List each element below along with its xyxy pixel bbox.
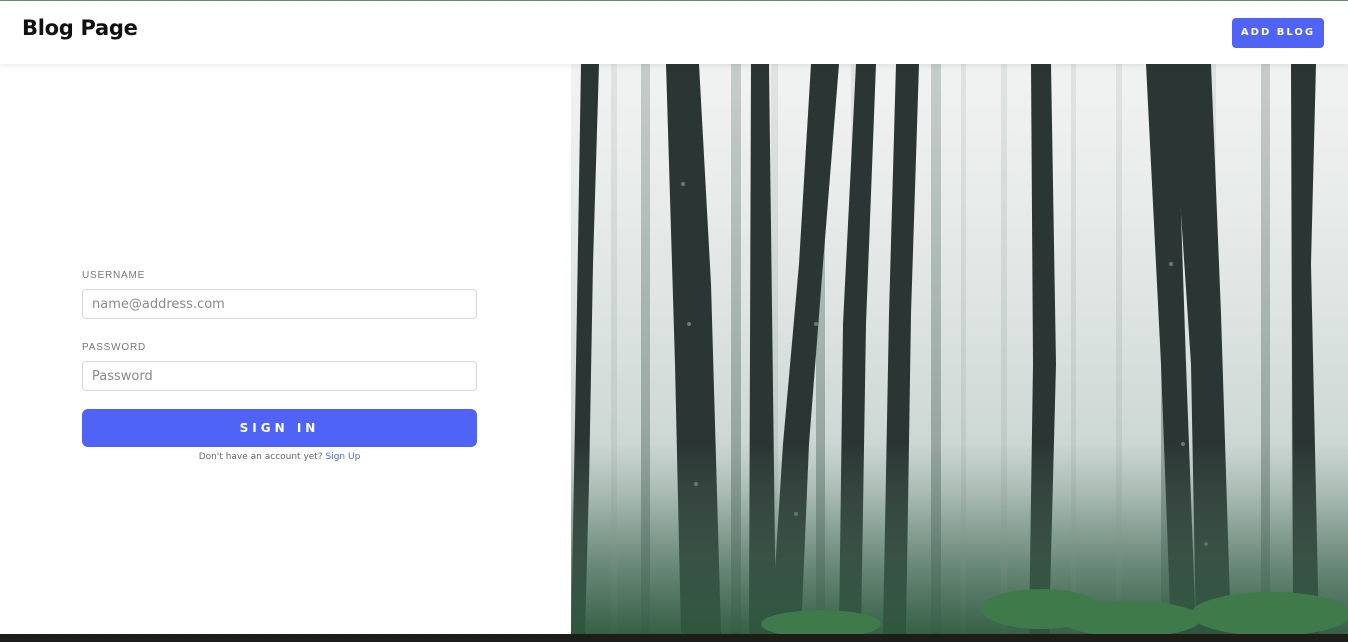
login-panel: USERNAME PASSWORD SIGN IN Don't have an … bbox=[0, 64, 571, 634]
top-navbar: Blog Page ADD BLOG bbox=[0, 1, 1348, 64]
sign-up-link[interactable]: Sign Up bbox=[326, 452, 361, 462]
hero-image bbox=[571, 64, 1348, 634]
username-label: USERNAME bbox=[82, 270, 146, 281]
site-title[interactable]: Blog Page bbox=[22, 16, 138, 40]
username-input[interactable] bbox=[82, 289, 477, 319]
password-label: PASSWORD bbox=[82, 342, 146, 353]
signup-prompt-line: Don't have an account yet? Sign Up bbox=[82, 452, 477, 462]
password-input[interactable] bbox=[82, 361, 477, 391]
bottom-strip bbox=[0, 634, 1348, 642]
signup-prompt-text: Don't have an account yet? bbox=[198, 452, 323, 462]
sign-in-button[interactable]: SIGN IN bbox=[82, 409, 477, 447]
forest-illustration bbox=[571, 64, 1348, 634]
add-blog-button[interactable]: ADD BLOG bbox=[1232, 18, 1324, 48]
